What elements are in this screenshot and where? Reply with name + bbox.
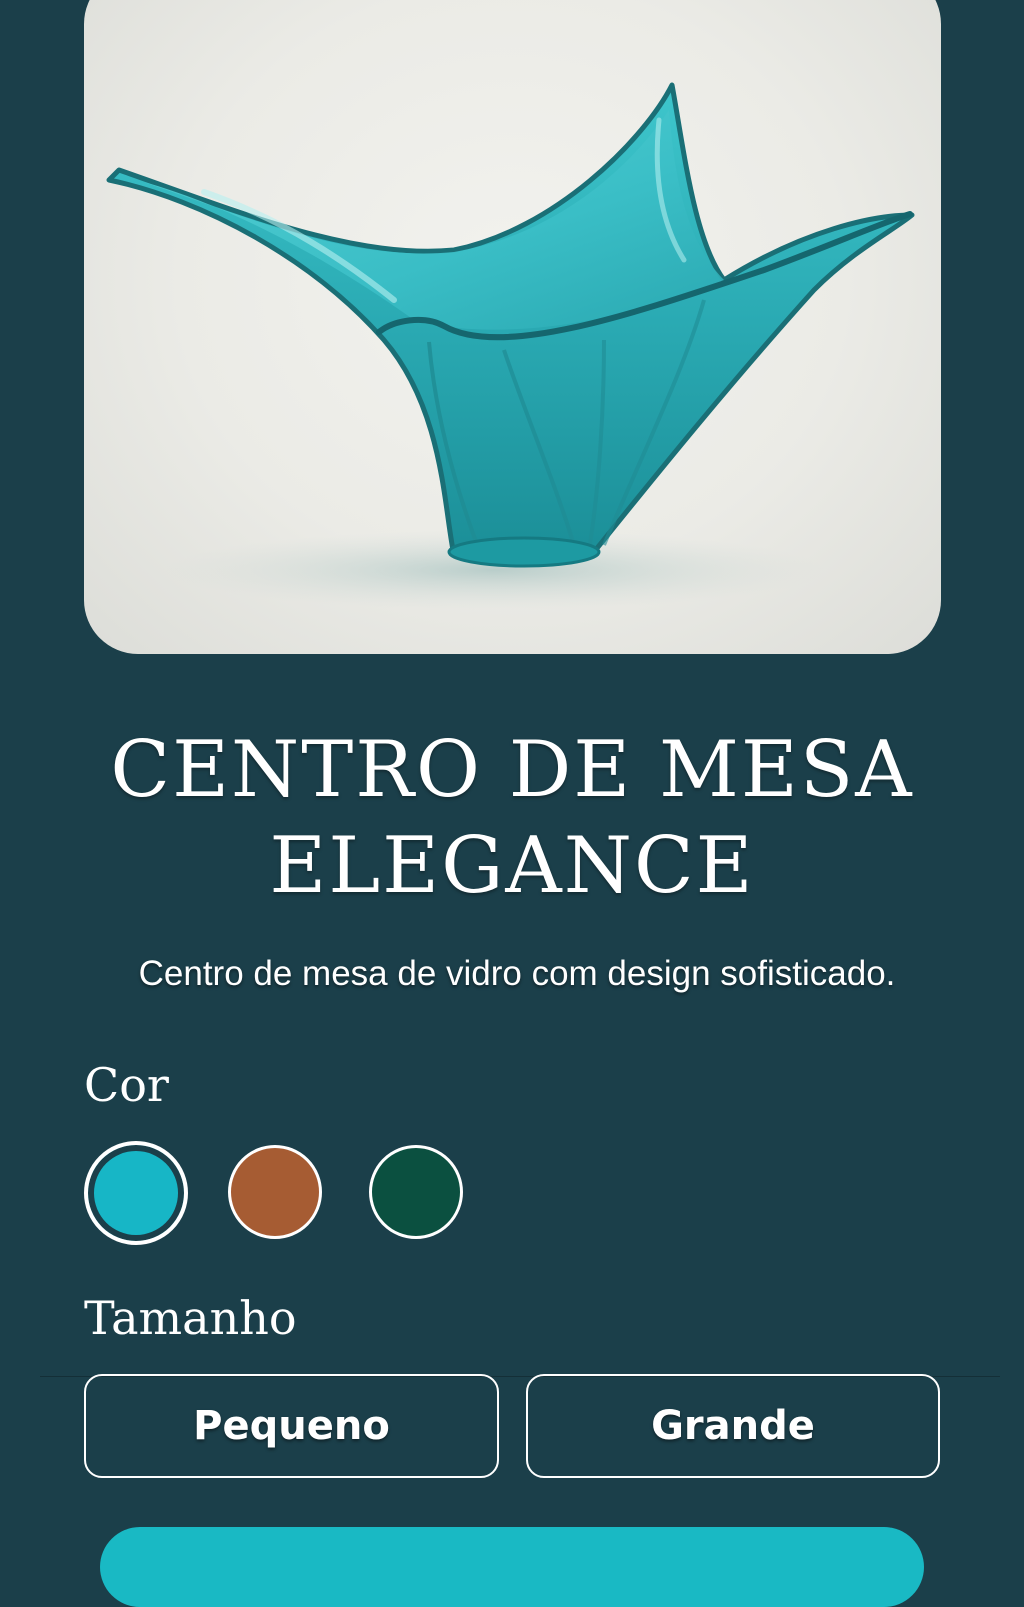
size-button-large[interactable]: Grande xyxy=(526,1374,940,1478)
glass-bowl-icon xyxy=(106,82,915,610)
product-description: Centro de mesa de vidro com design sofis… xyxy=(138,954,896,993)
size-label: Tamanho xyxy=(84,1291,297,1345)
add-to-cart-button[interactable] xyxy=(100,1527,924,1607)
size-button-small[interactable]: Pequeno xyxy=(84,1374,499,1478)
color-swatch-turquoise[interactable] xyxy=(84,1141,188,1245)
color-swatch-copper[interactable] xyxy=(228,1145,322,1239)
product-title: CENTRO DE MESA ELEGANCE xyxy=(0,722,1024,914)
color-swatch-forest-green[interactable] xyxy=(369,1145,463,1239)
product-title-line2: ELEGANCE xyxy=(269,821,755,911)
product-title-line1: CENTRO DE MESA xyxy=(110,725,914,815)
product-image xyxy=(84,0,941,654)
color-label: Cor xyxy=(84,1058,169,1112)
